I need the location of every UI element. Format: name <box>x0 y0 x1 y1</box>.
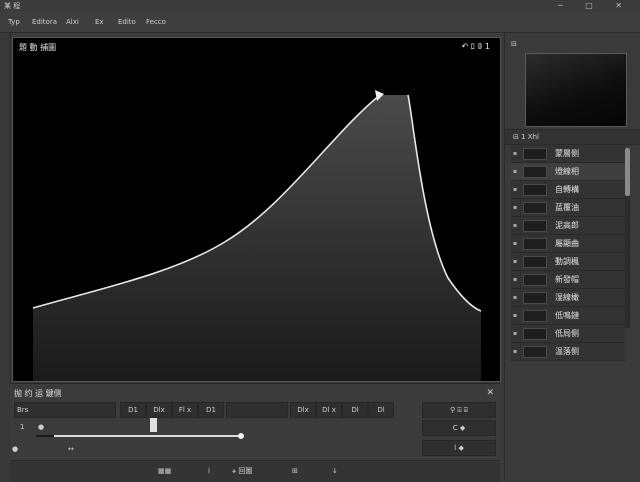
layer-swatch <box>523 184 547 196</box>
layer-swatch <box>523 166 547 178</box>
layer-label: 温落侧 <box>555 347 579 356</box>
layers-scrollbar[interactable] <box>625 148 630 328</box>
layout-icon[interactable]: ⊞ <box>292 464 298 478</box>
preview-thumbnail <box>525 53 627 127</box>
timeline-range[interactable] <box>54 435 240 437</box>
layer-swatch <box>523 310 547 322</box>
window-title: 某 程 <box>4 2 21 10</box>
layer-label: 燈線相 <box>555 167 579 176</box>
layer-row[interactable]: ▪ 低局侧 <box>511 325 625 343</box>
playhead-marker[interactable] <box>150 418 157 432</box>
toolbar-button[interactable]: Dlx <box>290 402 316 418</box>
layers-header: ⊟ 1 Xhl <box>505 129 640 145</box>
layer-swatch <box>523 328 547 340</box>
toolbar-button[interactable]: Fl x <box>172 402 198 418</box>
visibility-icon[interactable]: ▪ <box>513 343 517 360</box>
layer-label: 動調楓 <box>555 257 579 266</box>
brush-field-label: Brs <box>17 406 29 414</box>
visibility-icon[interactable]: ▪ <box>513 217 517 234</box>
visibility-icon[interactable]: ▪ <box>513 235 517 252</box>
layer-swatch <box>523 202 547 214</box>
scrollbar-thumb[interactable] <box>625 148 630 196</box>
menu-item[interactable]: Ex <box>95 12 104 32</box>
layer-swatch <box>523 256 547 268</box>
layer-swatch <box>523 220 547 232</box>
timeline-slider-handle[interactable] <box>238 433 244 439</box>
layer-row[interactable]: ▪ 泥高郎 <box>511 217 625 235</box>
visibility-icon[interactable]: ▪ <box>513 325 517 342</box>
swap-icon[interactable]: ↔ <box>68 442 74 456</box>
menu-item[interactable]: Typ <box>8 12 20 32</box>
panel-tab[interactable]: ⊟ <box>511 37 517 51</box>
layer-row[interactable]: ▪ 蒙層侧 <box>511 145 625 163</box>
layer-swatch <box>523 292 547 304</box>
layer-label: 低局侧 <box>555 329 579 338</box>
brush-field[interactable]: Brs <box>14 402 116 418</box>
visibility-icon[interactable]: ▪ <box>513 253 517 270</box>
toolbar-button[interactable]: Dl <box>368 402 394 418</box>
menu-item[interactable]: Editora <box>32 12 57 32</box>
bottom-footer: ▦▦ i ⚹ 回圖 ⊞ ↓ <box>10 460 500 482</box>
layer-row[interactable]: ▪ 屬顯曲 <box>511 235 625 253</box>
toolbar-button[interactable]: Dlx <box>146 402 172 418</box>
row-label: 1 <box>20 423 25 431</box>
info-icon[interactable]: i <box>208 464 210 478</box>
toolbar-button[interactable]: D1 <box>198 402 224 418</box>
menu-bar: Typ Editora Alxi Ex Edito Fecco <box>0 12 640 33</box>
interp-field[interactable]: Ì ◆ <box>422 440 496 456</box>
visibility-icon[interactable]: ▪ <box>513 289 517 306</box>
keyframe-dot-icon[interactable]: ● <box>38 420 44 434</box>
bottom-panel-title: 抛 约 运 鍵侧 <box>14 389 62 398</box>
layer-label: 蒙層侧 <box>555 149 579 158</box>
toolbar-button[interactable]: Dl <box>342 402 368 418</box>
layer-label: 湿線橄 <box>555 293 579 302</box>
layer-row-selected[interactable]: ▪ 燈線相 <box>511 163 625 181</box>
layer-swatch <box>523 238 547 250</box>
value-field[interactable] <box>226 402 288 418</box>
download-icon[interactable]: ↓ <box>332 464 338 478</box>
layer-label: 新發帽 <box>555 275 579 284</box>
menu-item[interactable]: Fecco <box>146 12 166 32</box>
curve-viewport[interactable]: 題 動 捕圖 ↶ ﾛ 𝟘 1 <box>12 37 501 382</box>
right-tool-group[interactable]: ⚲ ⌸ ⌸ <box>422 402 496 418</box>
visibility-icon[interactable]: ▪ <box>513 145 517 162</box>
menu-item[interactable]: Edito <box>118 12 136 32</box>
visibility-icon[interactable]: ▪ <box>513 199 517 216</box>
record-icon[interactable]: ● <box>12 442 18 456</box>
window-controls[interactable]: ─ □ ✕ <box>558 0 632 12</box>
layer-row[interactable]: ▪ 動調楓 <box>511 253 625 271</box>
right-panel: ⊟ ⊟ 1 Xhl ▪ 蒙層侧 ▪ 燈線相 ▪ 自轉構 ▪ 蓝覆油 ▪ 泥高郎 ▪ 屬顯曲 … <box>504 33 640 480</box>
channel-field[interactable]: C ◆ <box>422 420 496 436</box>
layer-label: 低鳴鏈 <box>555 311 579 320</box>
visibility-icon[interactable]: ▪ <box>513 181 517 198</box>
bottom-panel: 抛 约 运 鍵侧 ✕ Brs D1 Dlx Fl x D1 Dlx Dl x D… <box>10 383 500 482</box>
visibility-icon[interactable]: ▪ <box>513 307 517 324</box>
layer-label: 自轉構 <box>555 185 579 194</box>
menu-item[interactable]: Alxi <box>66 12 79 32</box>
viewport-title: 題 動 捕圖 <box>19 43 57 52</box>
curve-canvas[interactable] <box>13 38 500 381</box>
close-icon[interactable]: ✕ <box>486 388 494 398</box>
layer-row[interactable]: ▪ 温落侧 <box>511 343 625 361</box>
grid-icon[interactable]: ▦▦ <box>158 464 171 478</box>
visibility-icon[interactable]: ▪ <box>513 271 517 288</box>
settings-button[interactable]: ⚹ 回圖 <box>232 464 252 478</box>
layer-row[interactable]: ▪ 自轉構 <box>511 181 625 199</box>
layer-label: 泥高郎 <box>555 221 579 230</box>
layer-swatch <box>523 148 547 160</box>
layer-swatch <box>523 274 547 286</box>
layer-label: 蓝覆油 <box>555 203 579 212</box>
visibility-icon[interactable]: ▪ <box>513 163 517 180</box>
viewport-tools[interactable]: ↶ ﾛ 𝟘 1 <box>461 41 490 52</box>
layer-row[interactable]: ▪ 湿線橄 <box>511 289 625 307</box>
layer-swatch <box>523 346 547 358</box>
layer-row[interactable]: ▪ 低鳴鏈 <box>511 307 625 325</box>
layers-header-label: ⊟ 1 Xhl <box>513 133 539 141</box>
layer-row[interactable]: ▪ 新發帽 <box>511 271 625 289</box>
layer-label: 屬顯曲 <box>555 239 579 248</box>
toolbar-button[interactable]: Dl x <box>316 402 342 418</box>
toolbar-button[interactable]: D1 <box>120 402 146 418</box>
layer-row[interactable]: ▪ 蓝覆油 <box>511 199 625 217</box>
